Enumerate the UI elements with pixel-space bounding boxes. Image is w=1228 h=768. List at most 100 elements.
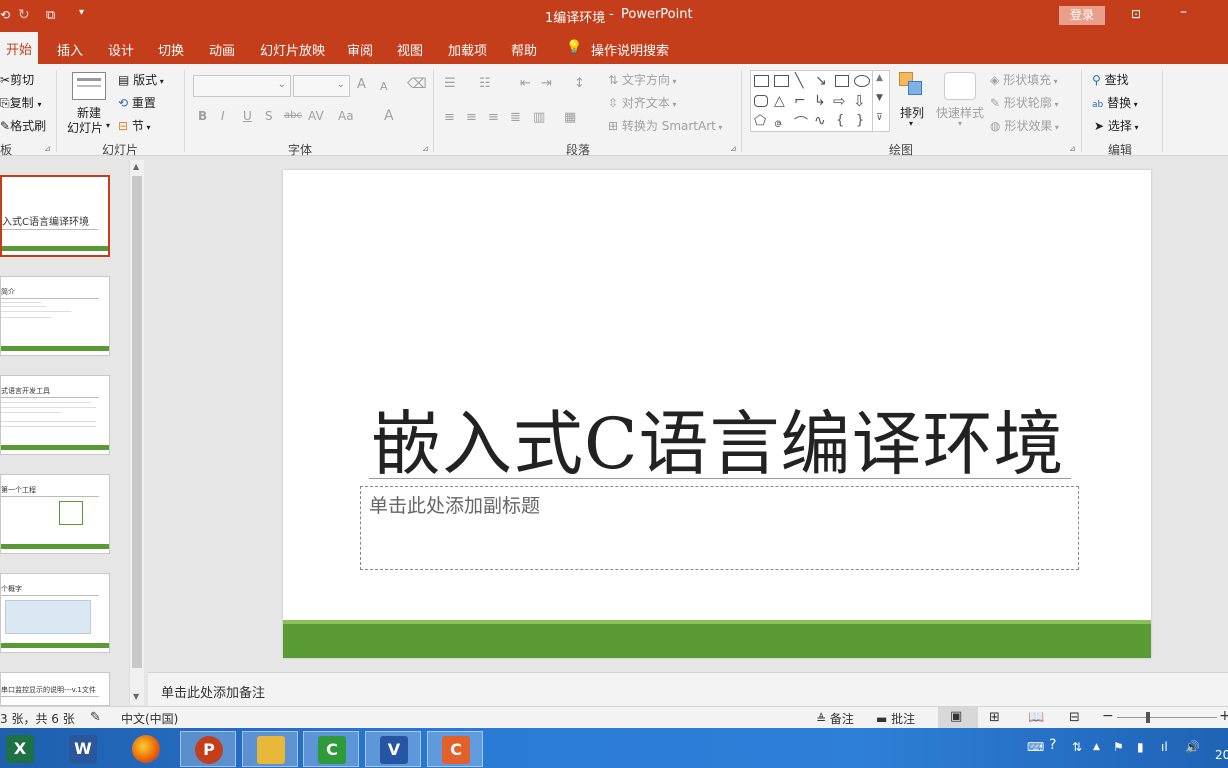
- thumbnail-slide-6[interactable]: 串口监控显示的说明---v.1文件: [0, 672, 110, 706]
- tab-transitions[interactable]: 切换: [158, 40, 184, 59]
- taskbar-file-explorer[interactable]: [242, 731, 298, 767]
- clear-formatting-icon[interactable]: ⌫: [407, 76, 427, 92]
- thumbnail-slide-5[interactable]: 个概字: [0, 573, 110, 653]
- zoom-in-button[interactable]: +: [1219, 708, 1228, 724]
- flag-icon[interactable]: ⚑: [1113, 740, 1124, 754]
- shape-rectangle-icon[interactable]: [835, 75, 849, 90]
- thumbnail-scrollbar[interactable]: ▲ ▼: [129, 160, 144, 705]
- shape-freeform-icon[interactable]: ဇ: [774, 113, 782, 134]
- taskbar-powerpoint[interactable]: P: [180, 731, 236, 767]
- keyboard-icon[interactable]: ⌨: [1027, 740, 1044, 754]
- smartart-button[interactable]: ⊞ 转换为 SmartArt ▾: [608, 117, 722, 134]
- shape-elbow-arrow-icon[interactable]: ↳: [814, 93, 826, 109]
- font-size-select[interactable]: ⌄: [293, 75, 350, 97]
- shape-elbow-connector-icon[interactable]: ⌐: [794, 93, 806, 109]
- paragraph-launcher-icon[interactable]: ⊿: [730, 144, 737, 153]
- drawing-launcher-icon[interactable]: ⊿: [1069, 144, 1076, 153]
- gallery-scroll[interactable]: ▲ ▼ ⊽: [872, 71, 890, 131]
- notes-pane[interactable]: 单击此处添加备注: [148, 672, 1228, 706]
- bold-button[interactable]: B: [198, 109, 207, 123]
- taskbar-app-c-green[interactable]: C: [303, 731, 359, 767]
- spellcheck-icon[interactable]: ✎: [90, 710, 101, 725]
- ribbon-display-options-icon[interactable]: ⊡: [1131, 7, 1141, 21]
- quick-styles-icon[interactable]: [944, 72, 976, 100]
- shape-vertical-textbox-icon[interactable]: [774, 75, 789, 90]
- numbering-icon[interactable]: ☷: [479, 76, 491, 91]
- columns-icon[interactable]: ▦: [564, 110, 576, 125]
- shape-curve-icon[interactable]: ∿: [814, 113, 826, 129]
- undo-icon[interactable]: ⟲: [0, 8, 10, 22]
- shape-rounded-rect-icon[interactable]: [754, 95, 768, 110]
- char-spacing-button[interactable]: AV: [308, 109, 324, 123]
- tab-addins[interactable]: 加载项: [448, 40, 487, 59]
- normal-view-button[interactable]: ▣: [938, 707, 978, 728]
- align-text-button[interactable]: ⇳ 对齐文本 ▾: [608, 94, 676, 111]
- increase-indent-icon[interactable]: ⇥: [541, 76, 552, 91]
- align-left-icon[interactable]: ≡: [444, 110, 455, 125]
- shape-effects-button[interactable]: ◍ 形状效果 ▾: [990, 117, 1059, 134]
- taskbar-keil[interactable]: V: [365, 731, 421, 767]
- show-hidden-icons[interactable]: ▲: [1093, 742, 1100, 752]
- minimize-icon[interactable]: –: [1180, 4, 1187, 20]
- underline-button[interactable]: U: [243, 109, 252, 123]
- new-slide-icon[interactable]: [72, 72, 106, 100]
- taskbar-word[interactable]: W: [55, 731, 111, 767]
- tab-animations[interactable]: 动画: [209, 40, 235, 59]
- slide-canvas[interactable]: 嵌入式C语言编译环境 单击此处添加副标题: [283, 170, 1151, 658]
- reset-button[interactable]: ⟲ 重置: [118, 94, 156, 111]
- cut-button[interactable]: ✂剪切: [0, 71, 34, 88]
- thumbnail-slide-3[interactable]: 式语言开发工具: [0, 375, 110, 455]
- shape-down-arrow-icon[interactable]: ⇩: [853, 92, 866, 110]
- new-slide-label-2[interactable]: 幻灯片: [67, 119, 103, 136]
- tab-insert[interactable]: 插入: [57, 40, 83, 59]
- tab-review[interactable]: 审阅: [347, 40, 373, 59]
- shape-left-brace-icon[interactable]: {: [836, 113, 844, 128]
- shapes-gallery[interactable]: ╲ ↘ △ ⌐ ↳ ⇨ ⇩ ⬠ ဇ ⌒ ∿ { } ▲ ▼ ⊽: [750, 70, 890, 132]
- chevron-up-icon[interactable]: ▲: [876, 73, 883, 83]
- notes-toggle[interactable]: ≜ 备注: [816, 710, 854, 727]
- text-shadow-button[interactable]: S: [265, 109, 273, 123]
- line-spacing-icon[interactable]: ↕: [574, 76, 585, 91]
- strikethrough-button[interactable]: abc: [284, 110, 302, 121]
- shape-right-brace-icon[interactable]: }: [856, 113, 864, 128]
- tab-slideshow[interactable]: 幻灯片放映: [260, 40, 325, 59]
- clock[interactable]: 20: [1215, 748, 1228, 762]
- shape-arc-icon[interactable]: ⌒: [794, 113, 808, 133]
- font-launcher-icon[interactable]: ⊿: [422, 144, 429, 153]
- slide-title[interactable]: 嵌入式C语言编译环境: [371, 388, 1064, 489]
- start-slideshow-icon[interactable]: ⧉: [46, 8, 55, 23]
- align-right-icon[interactable]: ≡: [488, 110, 499, 125]
- align-center-icon[interactable]: ≡: [466, 110, 477, 125]
- change-case-button[interactable]: Aa: [338, 109, 354, 123]
- login-button[interactable]: 登录: [1059, 6, 1105, 25]
- tab-home[interactable]: 开始: [0, 32, 39, 64]
- redo-icon[interactable]: ↻: [18, 7, 30, 23]
- subtitle-placeholder[interactable]: 单击此处添加副标题: [360, 486, 1079, 570]
- shape-oval-icon[interactable]: [854, 75, 870, 90]
- battery-icon[interactable]: ▮: [1137, 740, 1144, 754]
- shape-outline-button[interactable]: ✎ 形状轮廓 ▾: [990, 94, 1058, 111]
- volume-icon[interactable]: 🔊: [1185, 740, 1200, 754]
- clipboard-launcher-icon[interactable]: ⊿: [44, 144, 51, 153]
- taskbar-app-c-orange[interactable]: C: [427, 731, 483, 767]
- slideshow-view-icon[interactable]: ⊟: [1069, 710, 1080, 725]
- select-button[interactable]: ➤ 选择 ▾: [1094, 117, 1138, 134]
- new-slide-dropdown-icon[interactable]: ▾: [106, 121, 110, 130]
- arrange-dropdown-icon[interactable]: ▾: [909, 119, 913, 128]
- shape-right-arrow-icon[interactable]: ⇨: [833, 92, 846, 110]
- chevron-down-icon[interactable]: ▼: [876, 93, 883, 103]
- font-name-select[interactable]: ⌄: [193, 75, 291, 97]
- thumbnail-slide-4[interactable]: 第一个工程: [0, 474, 110, 554]
- zoom-out-button[interactable]: −: [1102, 708, 1114, 724]
- zoom-slider[interactable]: [1117, 717, 1217, 718]
- shape-textbox-icon[interactable]: [754, 75, 769, 90]
- shape-arrow-line-icon[interactable]: ↘: [815, 73, 827, 89]
- tell-me-search[interactable]: 操作说明搜索: [591, 40, 669, 59]
- italic-button[interactable]: I: [221, 109, 225, 123]
- reading-view-icon[interactable]: 📖: [1028, 710, 1044, 725]
- scroll-up-icon[interactable]: ▲: [133, 162, 139, 171]
- section-button[interactable]: ⊟ 节 ▾: [118, 117, 150, 134]
- comments-toggle[interactable]: ▬ 批注: [876, 710, 915, 727]
- layout-button[interactable]: ▤ 版式 ▾: [118, 71, 164, 88]
- bullets-icon[interactable]: ☰: [444, 76, 456, 91]
